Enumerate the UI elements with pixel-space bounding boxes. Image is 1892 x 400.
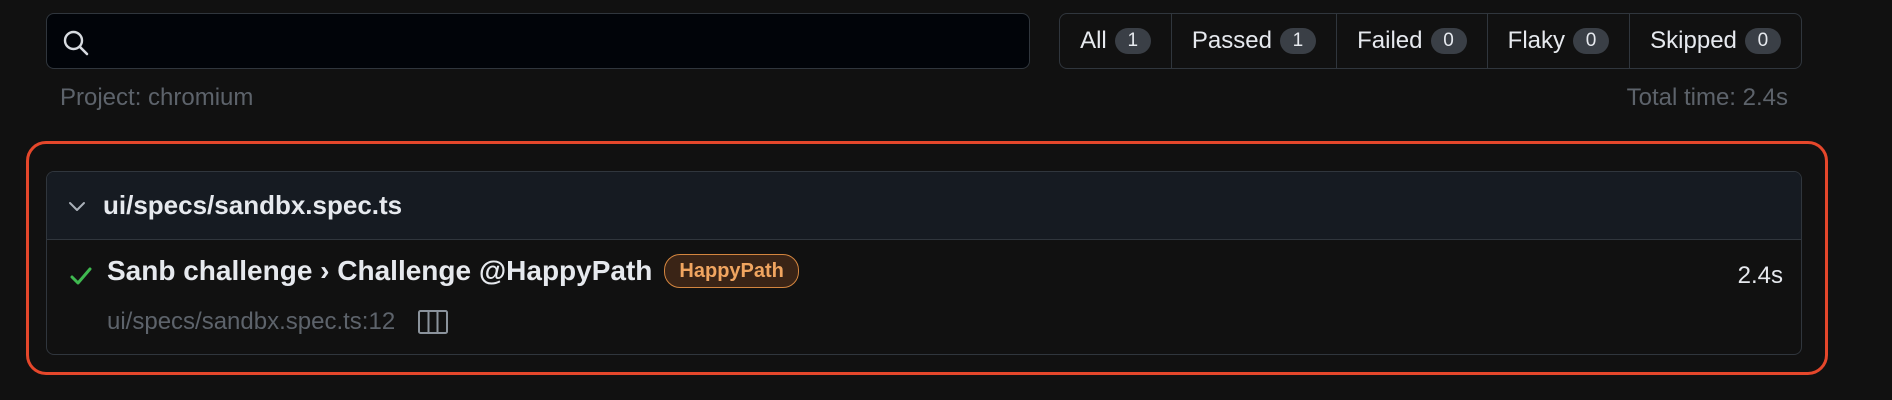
filter-flaky[interactable]: Flaky 0 xyxy=(1486,14,1630,68)
check-icon xyxy=(70,267,92,285)
total-time-label: Total time: 2.4s xyxy=(1626,84,1788,111)
filter-label: Skipped xyxy=(1650,27,1737,54)
filter-all[interactable]: All 1 xyxy=(1060,14,1171,68)
test-file-header[interactable]: ui/specs/sandbx.spec.ts xyxy=(47,172,1801,240)
test-file-title: ui/specs/sandbx.spec.ts xyxy=(103,190,403,220)
test-title-link[interactable]: Sanb challenge › Challenge @HappyPath xyxy=(107,255,652,287)
filter-count-badge: 1 xyxy=(1114,28,1151,54)
test-title-line: Sanb challenge › Challenge @HappyPath Ha… xyxy=(107,254,799,288)
filter-label: Flaky xyxy=(1507,27,1565,54)
filter-skipped[interactable]: Skipped 0 xyxy=(1629,14,1801,68)
tag-badge[interactable]: HappyPath xyxy=(664,254,799,288)
chevron-down-icon[interactable] xyxy=(65,194,89,218)
filter-count-badge: 1 xyxy=(1279,28,1316,54)
test-row[interactable]: Sanb challenge › Challenge @HappyPath Ha… xyxy=(47,240,1801,354)
filter-label: All xyxy=(1080,27,1107,54)
test-location: ui/specs/sandbx.spec.ts:12 xyxy=(107,308,396,335)
filter-label: Passed xyxy=(1191,27,1272,54)
filter-count-badge: 0 xyxy=(1744,28,1781,54)
filter-count-badge: 0 xyxy=(1430,28,1467,54)
status-filter-bar: All 1 Passed 1 Failed 0 Flaky 0 Skipped … xyxy=(1059,13,1802,69)
test-file-card: ui/specs/sandbx.spec.ts Sanb challenge ›… xyxy=(46,171,1802,355)
search-icon xyxy=(63,30,89,56)
filter-passed[interactable]: Passed 1 xyxy=(1170,14,1336,68)
test-location-line: ui/specs/sandbx.spec.ts:12 xyxy=(107,308,449,336)
filter-label: Failed xyxy=(1357,27,1423,54)
filter-count-badge: 0 xyxy=(1573,28,1609,54)
columns-icon[interactable] xyxy=(417,309,449,335)
search-input[interactable] xyxy=(103,14,1003,68)
test-duration: 2.4s xyxy=(1737,262,1783,289)
search-box[interactable] xyxy=(46,13,1030,69)
project-label: Project: chromium xyxy=(60,84,254,111)
filter-failed[interactable]: Failed 0 xyxy=(1336,14,1487,68)
